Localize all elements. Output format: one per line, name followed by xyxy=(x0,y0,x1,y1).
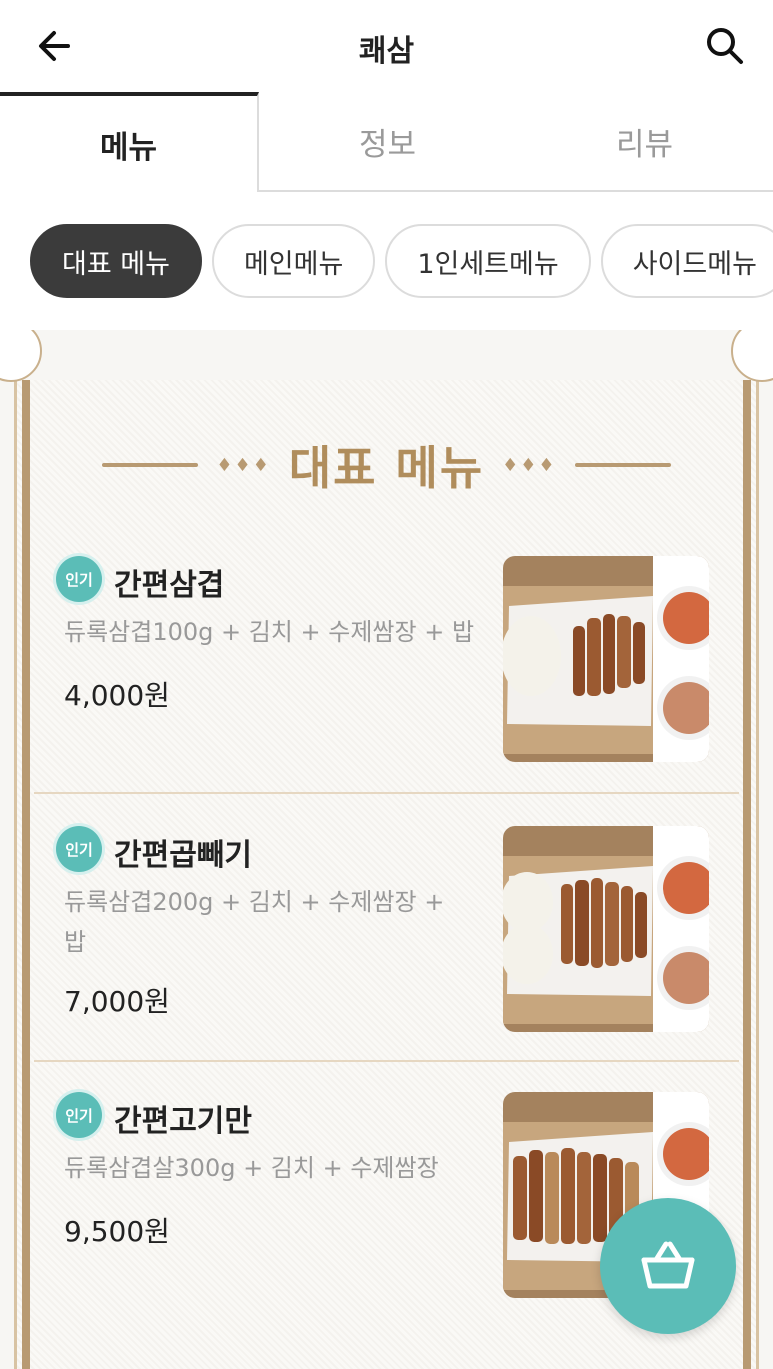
menu-item-price: 7,000원 xyxy=(64,985,170,1018)
frame-border-right-outer xyxy=(756,380,759,1369)
popular-badge: 인기 xyxy=(56,556,102,602)
frame-border-right xyxy=(743,380,751,1369)
tab-reviews[interactable]: 리뷰 xyxy=(516,92,773,192)
frame-corner-top-left xyxy=(0,330,42,382)
deco-line-right xyxy=(574,463,671,467)
menu-item[interactable]: 인기 간편삼겹 듀록삼겹100g + 김치 + 수제쌈장 + 밥 4,000원 xyxy=(34,550,739,794)
tab-bar: 메뉴 정보 리뷰 xyxy=(0,92,773,192)
basket-icon xyxy=(641,1241,695,1289)
menu-item-description: 듀록삼겹살300g + 김치 + 수제쌈장 xyxy=(64,1154,439,1182)
item-divider xyxy=(34,1060,739,1062)
search-icon xyxy=(707,28,743,64)
page-title: 쾌삼 xyxy=(358,34,415,69)
menu-item-photo xyxy=(503,556,709,762)
item-divider xyxy=(34,792,739,794)
diamond-ornament-left: ♦♦♦ xyxy=(216,454,271,476)
menu-item-description: 듀록삼겹100g + 김치 + 수제쌈장 + 밥 xyxy=(64,618,475,646)
deco-line-left xyxy=(102,463,199,467)
category-chips: 대표 메뉴 메인메뉴 1인세트메뉴 사이드메뉴 xyxy=(30,224,773,298)
frame-border-left-outer xyxy=(14,380,17,1369)
frame-border-left xyxy=(22,380,30,1369)
tab-menu[interactable]: 메뉴 xyxy=(0,92,259,192)
chip-signature-menu[interactable]: 대표 메뉴 xyxy=(30,224,202,298)
popular-badge: 인기 xyxy=(56,1092,102,1138)
chip-side-menu[interactable]: 사이드메뉴 xyxy=(600,224,773,298)
menu-item-price: 9,500원 xyxy=(64,1215,170,1248)
menu-item[interactable]: 인기 간편곱빼기 듀록삼겹200g + 김치 + 수제쌈장 + 밥 7,000원 xyxy=(34,820,739,1064)
menu-item-price: 4,000원 xyxy=(64,679,170,712)
menu-item-name: 간편곱빼기 xyxy=(114,838,252,873)
search-button[interactable] xyxy=(699,22,751,70)
chip-single-set-menu[interactable]: 1인세트메뉴 xyxy=(385,224,591,298)
section-title: 대표 메뉴 xyxy=(288,441,485,495)
chip-main-menu[interactable]: 메인메뉴 xyxy=(211,224,376,298)
menu-item-photo xyxy=(503,826,709,1032)
cart-button[interactable] xyxy=(600,1198,736,1334)
menu-item-name: 간편고기만 xyxy=(114,1104,252,1139)
section-header: ♦♦♦ 대표 메뉴 ♦♦♦ xyxy=(0,430,773,500)
frame-corner-top-right xyxy=(731,330,773,382)
menu-item-description: 듀록삼겹200g + 김치 + 수제쌈장 + 밥 xyxy=(64,888,445,956)
tab-info[interactable]: 정보 xyxy=(259,92,516,192)
diamond-ornament-right: ♦♦♦ xyxy=(502,454,557,476)
popular-badge: 인기 xyxy=(56,826,102,872)
menu-item-name: 간편삼겹 xyxy=(114,568,225,603)
app-header: 쾌삼 xyxy=(0,0,773,92)
